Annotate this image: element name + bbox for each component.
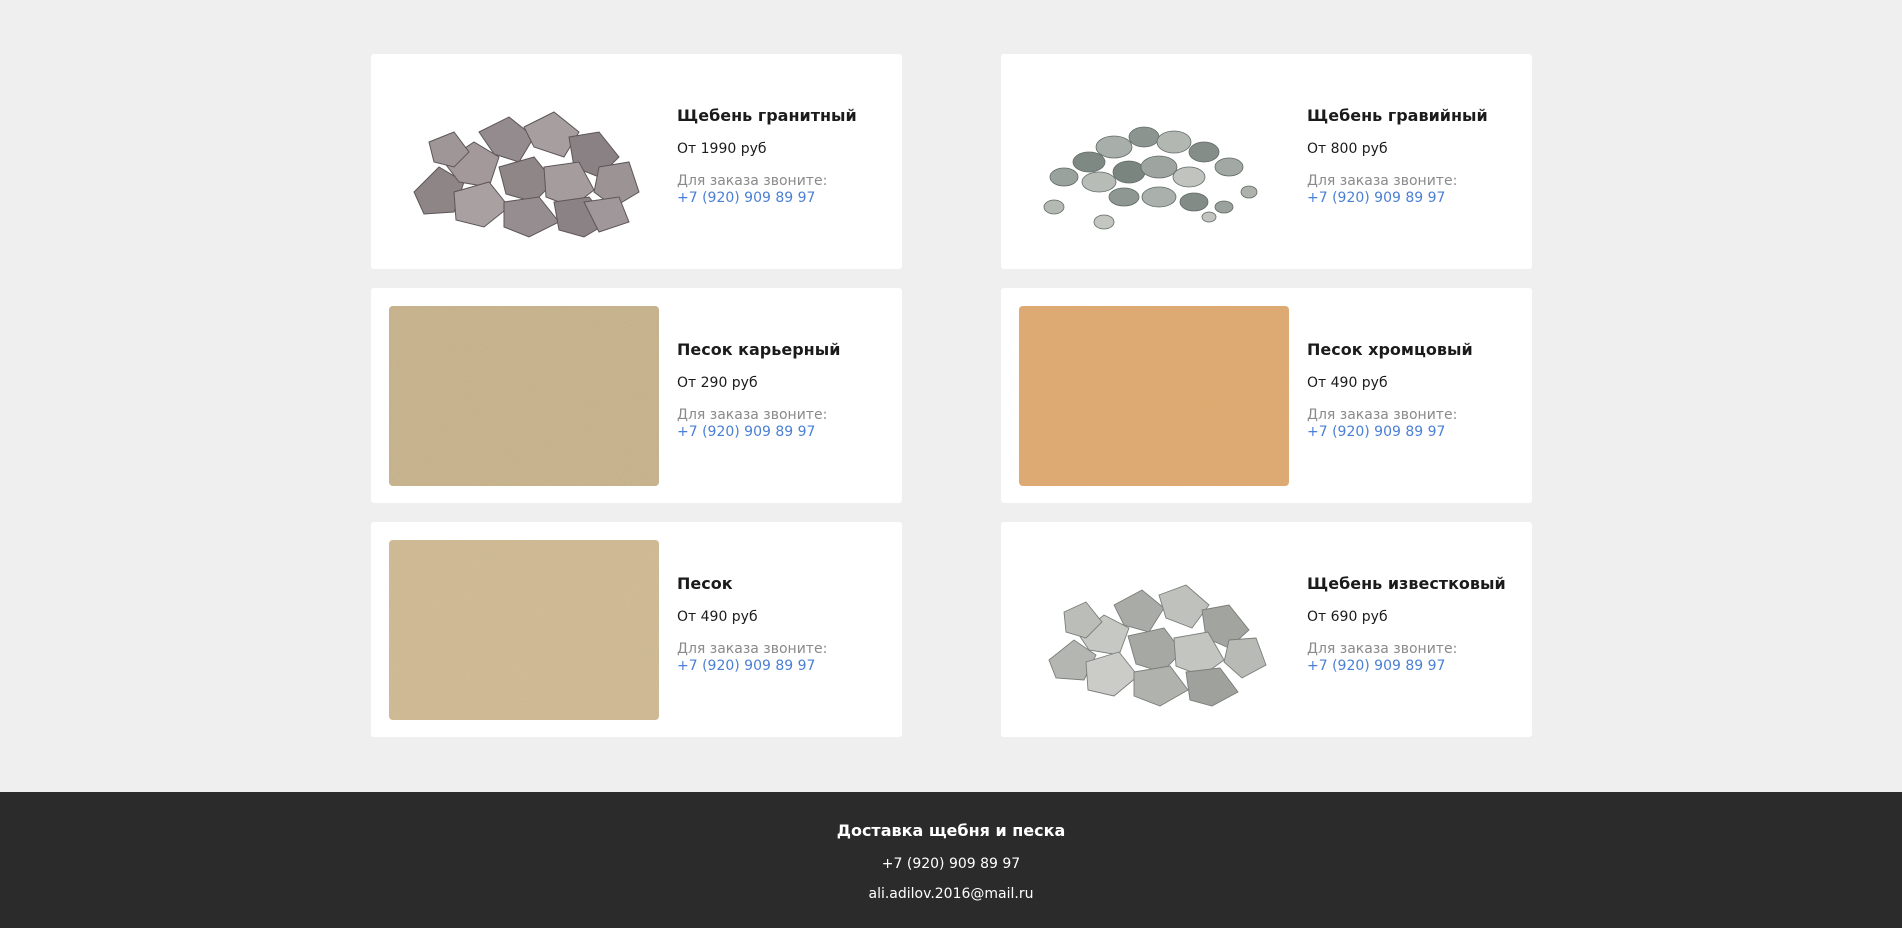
product-image-orange-sand <box>1019 305 1289 486</box>
product-phone-link[interactable]: +7 (920) 909 89 97 <box>1307 658 1506 675</box>
product-grid: Щебень гранитный От 1990 руб Для заказа … <box>371 54 1532 737</box>
product-title: Щебень гранитный <box>677 106 857 125</box>
order-label: Для заказа звоните: <box>1307 641 1458 657</box>
product-price: От 490 руб <box>677 609 758 625</box>
product-image-granite-gravel <box>389 72 659 252</box>
order-label: Для заказа звоните: <box>677 173 828 189</box>
product-price: От 490 руб <box>1307 375 1388 391</box>
product-phone-link[interactable]: +7 (920) 909 89 97 <box>677 190 857 207</box>
product-phone-link[interactable]: +7 (920) 909 89 97 <box>677 658 827 675</box>
product-phone-link[interactable]: +7 (920) 909 89 97 <box>677 424 840 441</box>
footer-email-link[interactable]: ali.adilov.2016@mail.ru <box>869 886 1034 902</box>
product-price: От 690 руб <box>1307 609 1388 625</box>
footer: Доставка щебня и песка +7 (920) 909 89 9… <box>0 792 1902 928</box>
product-info: Песок карьерный От 290 руб Для заказа зв… <box>677 340 840 441</box>
order-label: Для заказа звоните: <box>1307 173 1458 189</box>
order-label: Для заказа звоните: <box>1307 407 1458 423</box>
product-price: От 1990 руб <box>677 141 767 157</box>
product-price: От 290 руб <box>677 375 758 391</box>
product-card: Песок карьерный От 290 руб Для заказа зв… <box>371 288 902 503</box>
product-phone-link[interactable]: +7 (920) 909 89 97 <box>1307 424 1473 441</box>
product-image-limestone-gravel <box>1019 540 1289 720</box>
product-title: Песок хромцовый <box>1307 340 1473 359</box>
product-card: Щебень гранитный От 1990 руб Для заказа … <box>371 54 902 269</box>
product-title: Песок <box>677 574 733 593</box>
product-phone-link[interactable]: +7 (920) 909 89 97 <box>1307 190 1488 207</box>
product-title: Щебень известковый <box>1307 574 1506 593</box>
product-image-gravel <box>1019 72 1289 252</box>
product-card: Щебень гравийный От 800 руб Для заказа з… <box>1001 54 1532 269</box>
product-image-quarry-sand <box>389 305 659 486</box>
product-info: Щебень известковый От 690 руб Для заказа… <box>1307 574 1506 675</box>
footer-email: ali.adilov.2016@mail.ru <box>0 886 1902 902</box>
product-price: От 800 руб <box>1307 141 1388 157</box>
product-info: Щебень гранитный От 1990 руб Для заказа … <box>677 106 857 207</box>
product-card: Песок От 490 руб Для заказа звоните: +7 … <box>371 522 902 737</box>
footer-phone: +7 (920) 909 89 97 <box>0 856 1902 872</box>
product-info: Песок хромцовый От 490 руб Для заказа зв… <box>1307 340 1473 441</box>
product-title: Песок карьерный <box>677 340 841 359</box>
product-info: Щебень гравийный От 800 руб Для заказа з… <box>1307 106 1488 207</box>
order-label: Для заказа звоните: <box>677 641 828 657</box>
footer-title: Доставка щебня и песка <box>836 821 1066 840</box>
product-card: Щебень известковый От 690 руб Для заказа… <box>1001 522 1532 737</box>
footer-phone-link[interactable]: +7 (920) 909 89 97 <box>882 856 1020 872</box>
product-info: Песок От 490 руб Для заказа звоните: +7 … <box>677 574 827 675</box>
product-image-sand <box>389 539 659 720</box>
order-label: Для заказа звоните: <box>677 407 828 423</box>
product-title: Щебень гравийный <box>1307 106 1488 125</box>
product-card: Песок хромцовый От 490 руб Для заказа зв… <box>1001 288 1532 503</box>
